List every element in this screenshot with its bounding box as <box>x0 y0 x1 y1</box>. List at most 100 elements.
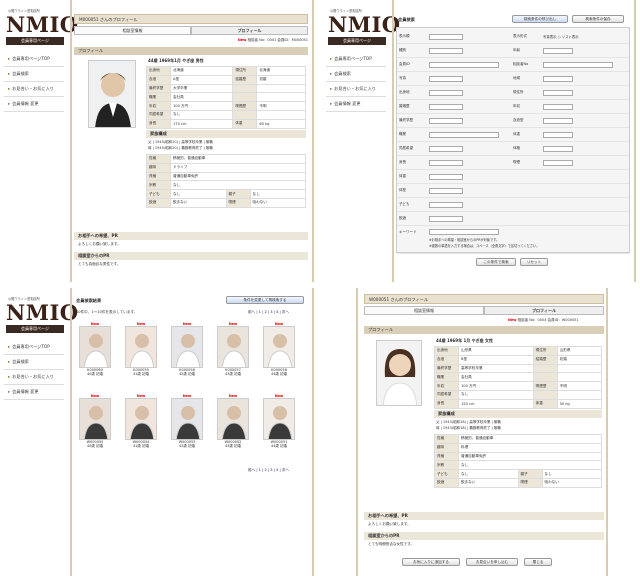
form-input[interactable] <box>429 132 499 138</box>
menu-item-search[interactable]: 会員検索 <box>4 67 64 82</box>
form-input[interactable] <box>429 160 463 166</box>
member-photo[interactable] <box>125 326 157 368</box>
sidebar: 公開ウラィン型相談所 NMIO 会員専用ページ 会員専用ページTOP 会員検索 … <box>0 288 78 576</box>
form-label: 年収 <box>513 104 520 108</box>
pager-top[interactable]: 前へ | 1 | 2 | 3 | 4 | 次へ <box>248 310 289 315</box>
form-input[interactable] <box>429 202 463 208</box>
form-row: キーワード ※お相手への希望・相談室からのPRが対象です。 ※複数の単語を入力する場… <box>397 226 629 254</box>
profile-row: 資格 普通自動車免許 <box>434 451 602 462</box>
display-format-radio[interactable]: 写真表示 ○ リスト表示 <box>543 34 579 39</box>
member-photo[interactable] <box>217 398 249 440</box>
new-badge: New <box>237 38 247 42</box>
result-card[interactable]: New W000055 40歳 初婚 <box>76 394 114 449</box>
menu-item-top[interactable]: 会員専用ページTOP <box>4 52 64 67</box>
member-photo[interactable] <box>79 326 111 368</box>
menu-item-favorites[interactable]: お見合い・お気に入り <box>4 370 64 385</box>
form-input[interactable] <box>429 34 463 40</box>
form-input[interactable] <box>543 146 573 152</box>
load-conditions-button[interactable]: 検索条件の呼び出し <box>512 15 568 23</box>
field-value <box>556 363 603 374</box>
form-input[interactable] <box>543 90 573 96</box>
member-photo[interactable] <box>263 326 295 368</box>
menu-item-favorites[interactable]: お見合い・お気に入り <box>4 82 64 97</box>
reset-button[interactable]: リセット <box>520 258 548 266</box>
form-row: 飲酒 <box>397 212 629 226</box>
form-input[interactable] <box>543 62 613 68</box>
form-label: 写真 <box>399 76 406 80</box>
divider <box>70 0 72 282</box>
form-input[interactable] <box>429 76 463 82</box>
close-button[interactable]: 閉じる <box>524 558 552 566</box>
form-input[interactable] <box>543 160 573 166</box>
tab-office[interactable]: 相談室情報 <box>364 306 484 315</box>
profile-row: 同居希望 なし <box>434 389 603 400</box>
profile-row: 身長 170 cm 体重 60 kg <box>146 118 306 129</box>
menu-item-account[interactable]: 会員情報 変更 <box>4 385 64 400</box>
change-conditions-button[interactable]: 条件を変更して再検索する <box>226 296 304 304</box>
member-photo[interactable] <box>217 326 249 368</box>
form-input[interactable] <box>543 48 573 54</box>
profile-row: 最終学歴 大学卒業 <box>146 83 306 94</box>
tab-profile[interactable]: プロフィール <box>484 306 604 315</box>
result-card[interactable]: New K000056 44歳 初婚 <box>260 322 298 377</box>
page-title: 会員検索結果 <box>76 298 102 303</box>
menu-item-account[interactable]: 会員情報 変更 <box>4 97 64 112</box>
form-input[interactable] <box>543 132 573 138</box>
keyword-input[interactable] <box>429 229 499 235</box>
form-label: 出身地 <box>399 90 410 94</box>
pager-bottom[interactable]: 前へ | 1 | 2 | 3 | 4 | 次へ <box>248 468 289 473</box>
form-input[interactable] <box>543 76 573 82</box>
profile-row: 同居希望 なし <box>146 109 306 120</box>
menu-item-account[interactable]: 会員情報 変更 <box>326 97 386 112</box>
form-input[interactable] <box>429 188 463 194</box>
search-button[interactable]: この条件で検索 <box>476 258 516 266</box>
menu-item-favorites[interactable]: お見合い・お気に入り <box>326 82 386 97</box>
field-value: 100 万円 <box>458 381 534 391</box>
member-photo[interactable] <box>171 326 203 368</box>
result-card[interactable]: New W000052 43歳 初婚 <box>214 394 252 449</box>
member-photo[interactable] <box>125 398 157 440</box>
form-input[interactable] <box>429 48 463 54</box>
result-card[interactable]: New W000053 42歳 初婚 <box>168 394 206 449</box>
menu-item-top[interactable]: 会員専用ページTOP <box>326 52 386 67</box>
profile-row: 職業 会社員 <box>146 92 306 103</box>
logo[interactable]: NMIO <box>6 12 79 37</box>
result-card[interactable]: New W000054 41歳 初婚 <box>122 394 160 449</box>
result-card[interactable]: New K000060 40歳 初婚 <box>76 322 114 377</box>
profile-row: 職業 会社員 <box>434 372 603 383</box>
field-label: 親子 <box>517 469 543 479</box>
menu-item-search[interactable]: 会員検索 <box>326 67 386 82</box>
result-card[interactable]: New K000059 41歳 初婚 <box>122 322 160 377</box>
form-input[interactable] <box>429 104 463 110</box>
logo[interactable]: NMIO <box>6 300 79 325</box>
result-card[interactable]: New K000058 42歳 初婚 <box>168 322 206 377</box>
tab-office[interactable]: 相談室情報 <box>74 26 191 35</box>
form-input[interactable] <box>429 90 463 96</box>
form-input[interactable] <box>429 216 463 222</box>
form-input[interactable] <box>429 174 463 180</box>
save-conditions-button[interactable]: 検索条件の保存 <box>572 15 624 23</box>
request-meeting-button[interactable]: お見合いを申し込む <box>466 558 518 566</box>
form-input[interactable] <box>543 118 573 124</box>
member-photo[interactable] <box>263 398 295 440</box>
form-input[interactable] <box>429 62 499 68</box>
member-photo[interactable] <box>171 398 203 440</box>
member-age: 41歳 初婚 <box>132 444 150 448</box>
result-card[interactable]: New W000051 44歳 初婚 <box>260 394 298 449</box>
form-input[interactable] <box>429 146 463 152</box>
result-card[interactable]: New K000057 43歳 初婚 <box>214 322 252 377</box>
form-input[interactable] <box>429 118 463 124</box>
tab-profile[interactable]: プロフィール <box>191 26 308 35</box>
form-input[interactable] <box>543 104 573 110</box>
tab-bar: 相談室情報 プロフィール <box>74 26 308 35</box>
person-icon <box>129 406 155 439</box>
family-line-1: 父 | 1943(昭和18) | 高等学校卒業 | 無職 <box>436 420 501 424</box>
field-label: 性格 <box>146 154 171 164</box>
logo[interactable]: NMIO <box>328 12 401 37</box>
menu-item-top[interactable]: 会員専用ページTOP <box>4 340 64 355</box>
member-photo[interactable] <box>79 398 111 440</box>
person-icon <box>267 334 293 367</box>
pr-header: お相手への希望、PR <box>364 512 604 520</box>
menu-item-search[interactable]: 会員検索 <box>4 355 64 370</box>
add-favorite-button[interactable]: お気に入りに追加する <box>402 558 460 566</box>
